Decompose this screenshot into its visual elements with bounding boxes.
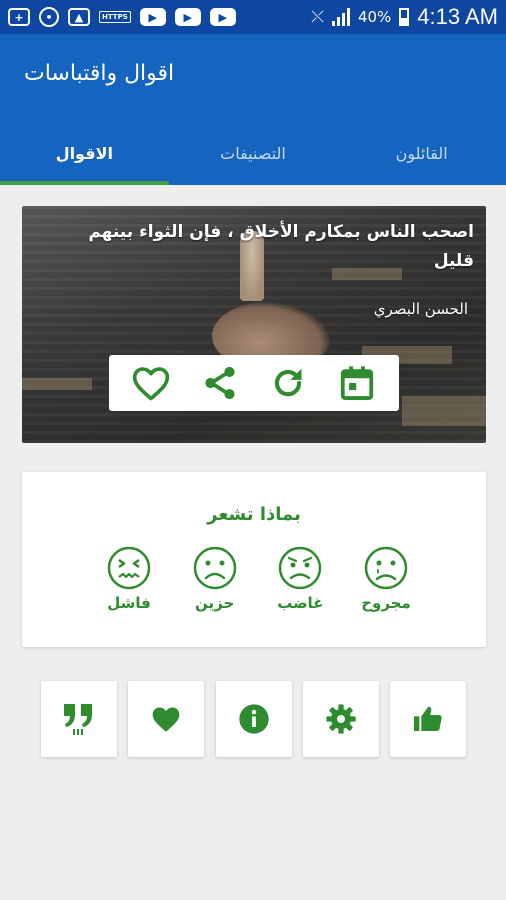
mood-label: حزين bbox=[195, 594, 235, 612]
battery-percent: 40% bbox=[357, 8, 392, 26]
quote-action-bar bbox=[109, 355, 399, 411]
notification-icons: + • ▲ HTTPS ▶ ▶ ▶ bbox=[8, 7, 236, 27]
settings-button[interactable] bbox=[302, 681, 379, 757]
calendar-button[interactable] bbox=[333, 359, 381, 407]
tab-label: الاقوال bbox=[55, 144, 113, 163]
calendar-icon bbox=[340, 366, 373, 400]
quote-author: الحسن البصري bbox=[373, 300, 468, 318]
mood-label: فاشل bbox=[107, 594, 151, 612]
status-bar: + • ▲ HTTPS ▶ ▶ ▶ ⤬ 40% 4:13 AM bbox=[0, 0, 506, 34]
like-button[interactable] bbox=[390, 681, 466, 757]
youtube-icon: ▶ bbox=[174, 8, 201, 26]
system-icons: ⤬ 40% 4:13 AM bbox=[311, 4, 498, 30]
gear-icon bbox=[326, 704, 356, 734]
favorites-button[interactable] bbox=[128, 681, 205, 757]
mood-label: مجروح bbox=[361, 594, 411, 612]
info-button[interactable] bbox=[215, 681, 292, 757]
tab-label: التصنيفات bbox=[220, 144, 286, 163]
mute-icon: ⤬ bbox=[311, 7, 324, 26]
face-sad-icon bbox=[193, 546, 236, 590]
tab-bar: الاقوال التصنيفات القائلون bbox=[0, 122, 506, 185]
app-notification-icon: • bbox=[39, 7, 59, 27]
quotes-button[interactable] bbox=[41, 681, 117, 757]
battery-icon bbox=[399, 8, 410, 26]
face-failed-icon bbox=[107, 546, 151, 590]
signal-icon bbox=[331, 8, 350, 26]
thumbs-up-icon bbox=[414, 706, 442, 731]
tab-categories[interactable]: التصنيفات bbox=[169, 122, 338, 185]
wood-plank bbox=[402, 396, 486, 426]
heart-icon bbox=[152, 707, 180, 732]
heart-outline-icon bbox=[133, 367, 170, 401]
clock: 4:13 AM bbox=[417, 4, 498, 29]
app-bar: اقوال واقتباسات الاقوال التصنيفات القائل… bbox=[0, 34, 506, 185]
quote-text: اصحب الناس بمكارم الأخلاق ، فإن الثواء ب… bbox=[88, 222, 474, 271]
share-button[interactable] bbox=[196, 359, 244, 407]
mood-label: غاضب bbox=[277, 594, 324, 612]
info-icon bbox=[238, 704, 269, 734]
mood-hurt[interactable]: مجروح bbox=[361, 546, 411, 612]
mood-list: فاشل حزين غاضب مجروح bbox=[22, 546, 486, 612]
tab-authors[interactable]: القائلون bbox=[337, 122, 506, 185]
add-notification-icon: + bbox=[8, 8, 30, 26]
youtube-icon: ▶ bbox=[209, 8, 236, 26]
mood-sad[interactable]: حزين bbox=[192, 546, 238, 612]
quote-icon bbox=[64, 704, 92, 735]
mood-card: بماذا تشعر فاشل حزين غاضب مجروح bbox=[22, 472, 486, 647]
mood-failed[interactable]: فاشل bbox=[106, 546, 152, 612]
mood-angry[interactable]: غاضب bbox=[277, 546, 323, 612]
tab-label: القائلون bbox=[395, 144, 448, 163]
app-title: اقوال واقتباسات bbox=[24, 61, 175, 86]
favorite-button[interactable] bbox=[127, 359, 175, 407]
wood-plank bbox=[22, 378, 92, 390]
https-icon: HTTPS bbox=[99, 11, 131, 23]
mood-title: بماذا تشعر bbox=[207, 504, 301, 525]
youtube-icon: ▶ bbox=[139, 8, 166, 26]
face-angry-icon bbox=[279, 546, 322, 590]
face-hurt-icon bbox=[364, 546, 408, 590]
share-icon bbox=[205, 366, 235, 400]
bottom-button-row bbox=[41, 681, 466, 757]
tab-sayings[interactable]: الاقوال bbox=[0, 122, 169, 185]
refresh-icon bbox=[275, 368, 302, 397]
refresh-button[interactable] bbox=[264, 359, 312, 407]
quote-card: اصحب الناس بمكارم الأخلاق ، فإن الثواء ب… bbox=[22, 206, 486, 443]
image-icon: ▲ bbox=[68, 8, 90, 26]
